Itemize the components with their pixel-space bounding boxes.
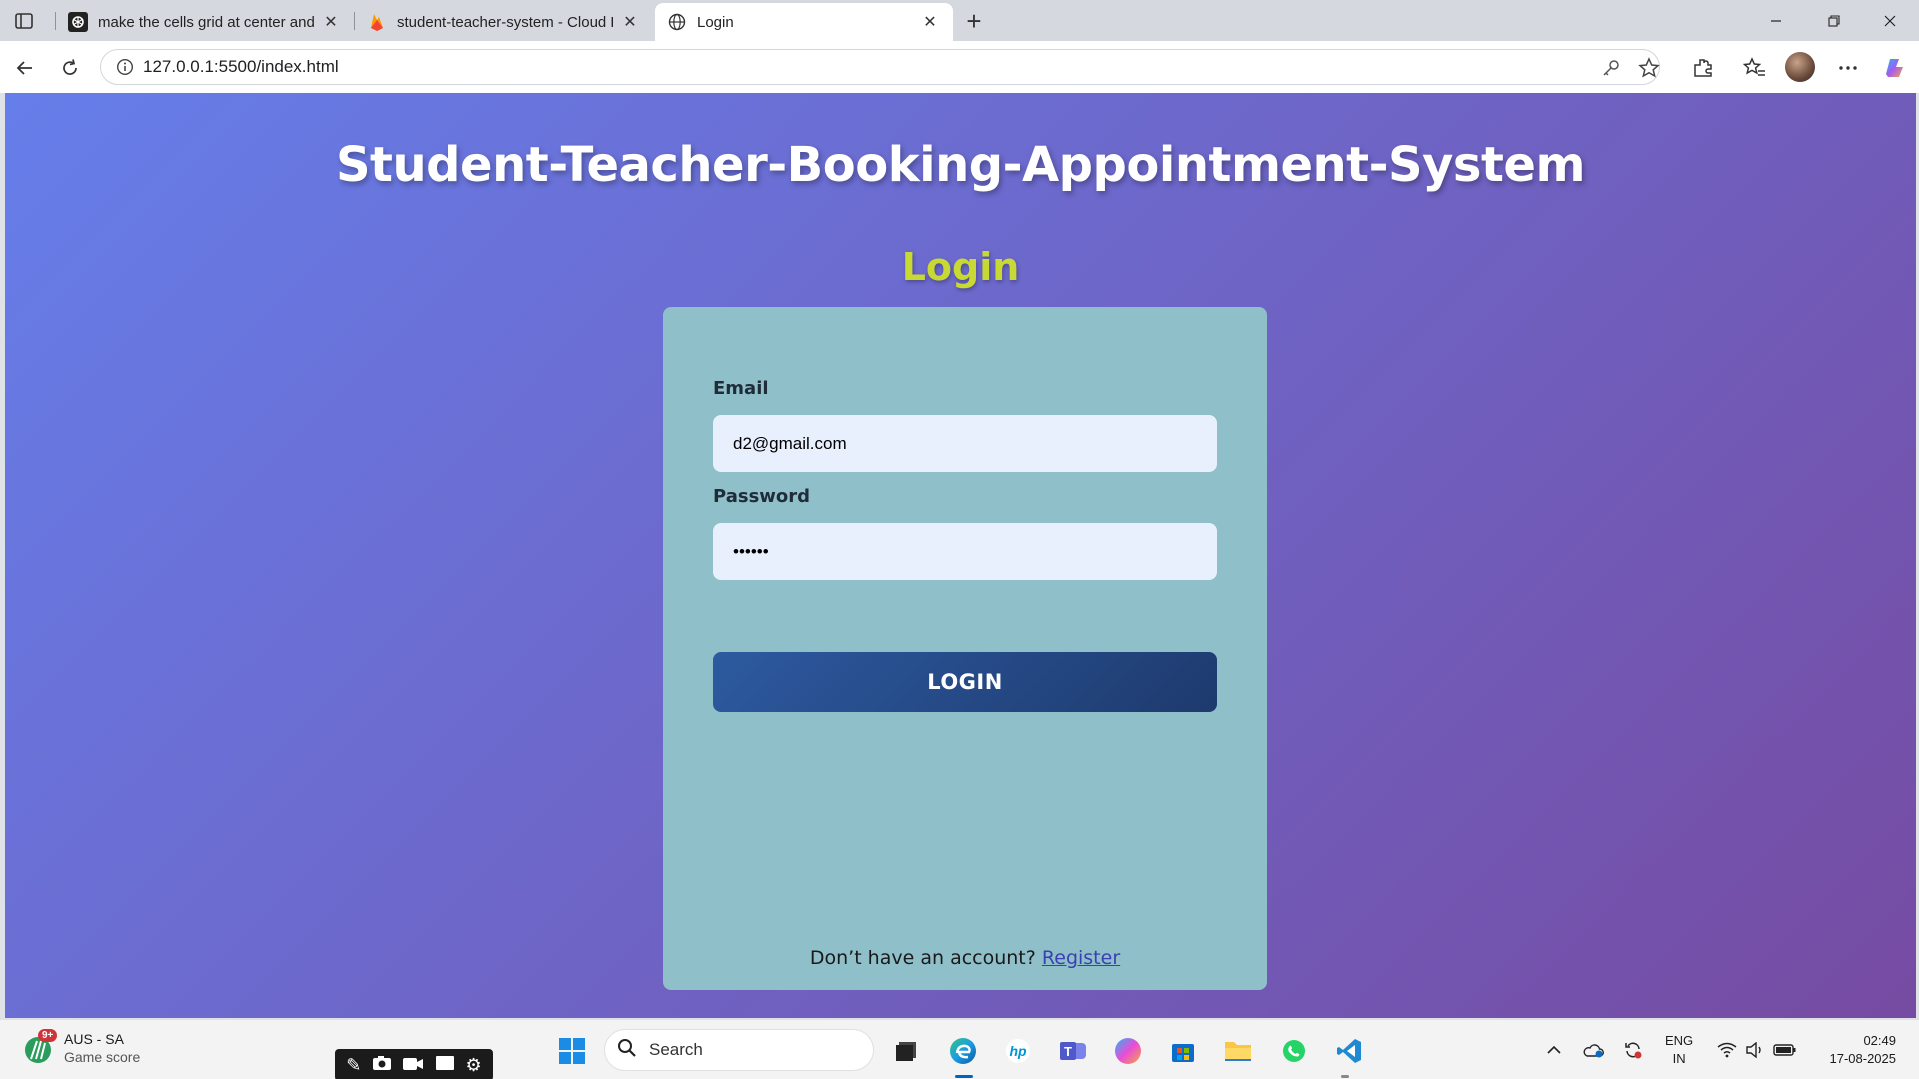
windows-start-icon[interactable] <box>555 1034 589 1068</box>
volume-icon[interactable] <box>1742 1020 1768 1079</box>
close-window-icon[interactable] <box>1861 0 1919 41</box>
taskbar: 9+ AUS - SA Game score ✎ ⚙ Search hp T E… <box>0 1019 1919 1079</box>
refresh-icon[interactable] <box>53 51 87 85</box>
microsoft-store-icon[interactable] <box>1166 1034 1200 1068</box>
taskbar-search[interactable]: Search <box>604 1029 874 1071</box>
tab-title: student-teacher-system - Cloud F <box>397 13 613 31</box>
close-icon[interactable]: ✕ <box>619 11 641 33</box>
language-indicator[interactable]: ENG IN <box>1665 1032 1693 1068</box>
chevron-up-icon[interactable] <box>1542 1020 1566 1079</box>
file-explorer-icon[interactable] <box>1221 1034 1255 1068</box>
page-viewport: Student-Teacher-Booking-Appointment-Syst… <box>5 93 1916 1018</box>
edit-icon[interactable]: ✎ <box>346 1055 361 1076</box>
weather-title: AUS - SA <box>64 1031 124 1047</box>
tab-chatgpt[interactable]: make the cells grid at center and t ✕ <box>56 3 354 41</box>
restore-icon[interactable] <box>1805 0 1863 41</box>
tab-login[interactable]: Login ✕ <box>655 3 953 41</box>
firebase-icon <box>367 12 387 32</box>
email-field[interactable] <box>713 415 1217 472</box>
site-info-icon[interactable] <box>107 58 143 76</box>
svg-text:T: T <box>1064 1044 1072 1059</box>
whatsapp-icon[interactable] <box>1277 1034 1311 1068</box>
register-link[interactable]: Register <box>1042 947 1120 969</box>
svg-text:hp: hp <box>1009 1043 1027 1059</box>
tab-bar: make the cells grid at center and t ✕ st… <box>0 0 1919 41</box>
new-tab-button[interactable]: + <box>958 6 990 36</box>
url-text: 127.0.0.1:5500/index.html <box>143 57 339 76</box>
tab-title: Login <box>697 13 734 31</box>
camera-icon[interactable] <box>372 1055 392 1076</box>
password-label: Password <box>713 486 811 507</box>
region-code: IN <box>1672 1051 1686 1066</box>
hp-icon[interactable]: hp <box>1001 1034 1035 1068</box>
extensions-icon[interactable] <box>1686 51 1720 85</box>
language-code: ENG <box>1665 1033 1694 1048</box>
browser-toolbar: 127.0.0.1:5500/index.html <box>0 41 1919 93</box>
minimize-icon[interactable] <box>1747 0 1805 41</box>
active-app-indicator <box>955 1075 973 1078</box>
running-app-indicator <box>1341 1075 1349 1078</box>
close-icon[interactable]: ✕ <box>320 11 342 33</box>
copilot-app-icon[interactable] <box>1111 1034 1145 1068</box>
favorite-star-icon[interactable] <box>1636 55 1662 81</box>
copilot-icon[interactable] <box>1877 51 1911 85</box>
weather-widget[interactable]: 9+ AUS - SA Game score <box>22 1029 141 1066</box>
task-view-icon[interactable] <box>889 1034 923 1068</box>
clock-date: 17-08-2025 <box>1829 1051 1897 1066</box>
weather-subtitle: Game score <box>64 1049 141 1065</box>
globe-icon <box>667 12 687 32</box>
wifi-icon[interactable] <box>1714 1020 1740 1079</box>
settings-gear-icon[interactable]: ⚙ <box>466 1055 482 1076</box>
password-key-icon[interactable] <box>1598 55 1624 81</box>
chatgpt-icon <box>68 12 88 32</box>
teams-icon[interactable]: T <box>1056 1034 1090 1068</box>
login-card: Email Password LOGIN Don’t have an accou… <box>663 307 1267 990</box>
tab-title: make the cells grid at center and t <box>98 13 314 31</box>
register-line: Don’t have an account? Register <box>663 947 1267 969</box>
tab-firebase[interactable]: student-teacher-system - Cloud F ✕ <box>355 3 653 41</box>
login-heading: Login <box>901 245 1020 289</box>
onedrive-icon[interactable] <box>1580 1020 1606 1079</box>
password-field[interactable] <box>713 523 1217 580</box>
register-prompt: Don’t have an account? <box>809 947 1036 969</box>
back-icon[interactable] <box>8 51 42 85</box>
close-icon[interactable]: ✕ <box>919 11 941 33</box>
vscode-icon[interactable] <box>1332 1034 1366 1068</box>
site-title: Student-Teacher-Booking-Appointment-Syst… <box>335 137 1586 193</box>
email-label: Email <box>713 378 769 399</box>
favorites-icon[interactable] <box>1738 51 1772 85</box>
system-clock[interactable]: 02:49 17-08-2025 <box>1808 1032 1897 1068</box>
profile-avatar[interactable] <box>1785 52 1815 82</box>
battery-icon[interactable] <box>1770 1020 1800 1079</box>
search-placeholder: Search <box>649 1040 703 1059</box>
address-bar[interactable]: 127.0.0.1:5500/index.html <box>100 49 1660 85</box>
clock-time: 02:49 <box>1863 1033 1896 1048</box>
cricket-icon: 9+ <box>22 1029 58 1065</box>
capture-toolbar: ✎ ⚙ <box>335 1049 493 1079</box>
video-icon[interactable] <box>402 1055 424 1076</box>
sidebar-toggle-icon[interactable] <box>8 8 40 34</box>
edge-browser-icon[interactable] <box>946 1034 980 1068</box>
window-capture-icon[interactable] <box>435 1055 455 1076</box>
search-icon <box>617 1038 637 1063</box>
notification-badge: 9+ <box>38 1029 58 1042</box>
sync-icon[interactable] <box>1620 1020 1646 1079</box>
login-button[interactable]: LOGIN <box>713 652 1217 712</box>
more-options-icon[interactable] <box>1831 51 1865 85</box>
